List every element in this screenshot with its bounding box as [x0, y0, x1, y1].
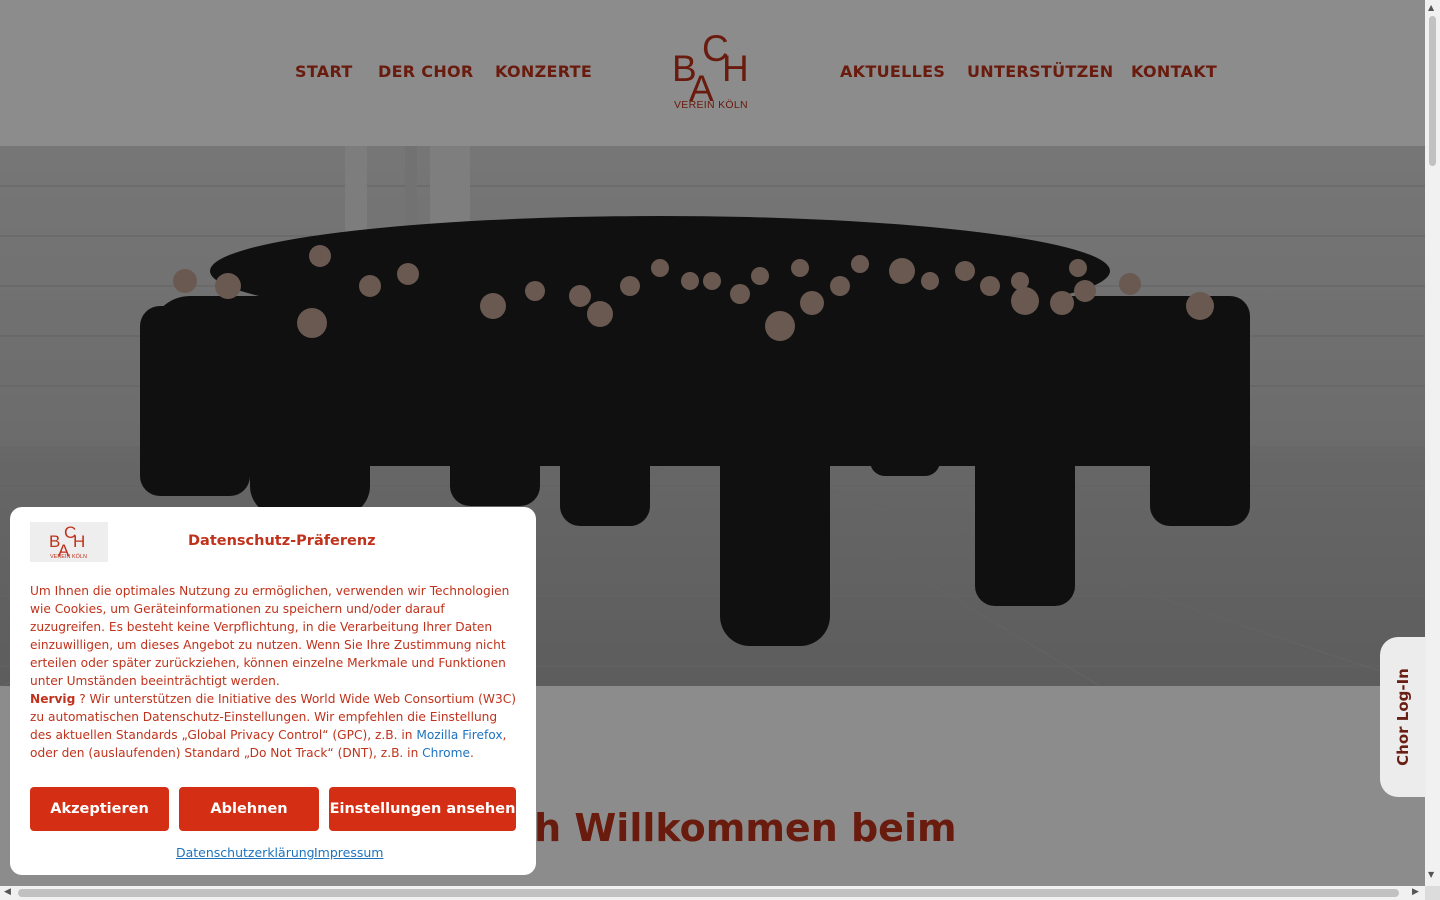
scroll-right-arrow-icon[interactable]: ▶ [1412, 887, 1419, 897]
modal-body: Um Ihnen die optimales Nutzung zu ermögl… [30, 582, 516, 762]
scrollbar-corner [1425, 886, 1440, 900]
accept-button[interactable]: Akzeptieren [30, 787, 169, 831]
chor-login-label: Chor Log-In [1394, 668, 1412, 766]
vertical-scrollbar[interactable]: ▲ ▼ [1425, 0, 1440, 886]
scroll-down-arrow-icon[interactable]: ▼ [1428, 870, 1434, 879]
scroll-left-arrow-icon[interactable]: ◀ [4, 887, 11, 897]
horizontal-scroll-thumb[interactable] [18, 889, 1399, 897]
modal-logo-letter-h: H [73, 532, 86, 551]
modal-logo: B A C H VEREIN KÖLN [30, 522, 108, 562]
privacy-policy-link[interactable]: Datenschutzerklärung [176, 845, 315, 860]
vertical-scroll-thumb[interactable] [1429, 16, 1436, 166]
chrome-link[interactable]: Chrome [422, 746, 470, 760]
horizontal-scrollbar[interactable]: ◀ ▶ [0, 886, 1425, 900]
firefox-link[interactable]: Mozilla Firefox [416, 728, 502, 742]
modal-title: Datenschutz-Präferenz [188, 533, 376, 549]
decline-button[interactable]: Ablehnen [179, 787, 319, 831]
view-settings-button[interactable]: Einstellungen ansehen [329, 787, 516, 831]
cookie-consent-dialog: B A C H VEREIN KÖLN Datenschutz-Präferen… [10, 507, 536, 875]
gpc-paragraph: Nervig ? Wir unterstützen die Initiative… [30, 690, 516, 762]
modal-logo-subtitle: VEREIN KÖLN [50, 554, 87, 560]
gpc-text-c: . [469, 746, 474, 760]
scroll-up-arrow-icon[interactable]: ▲ [1428, 3, 1434, 12]
chor-login-tab[interactable]: Chor Log-In [1380, 637, 1426, 797]
nervig-label: Nervig [30, 692, 76, 706]
consent-paragraph: Um Ihnen die optimales Nutzung zu ermögl… [30, 584, 510, 688]
imprint-link[interactable]: Impressum [314, 845, 383, 860]
